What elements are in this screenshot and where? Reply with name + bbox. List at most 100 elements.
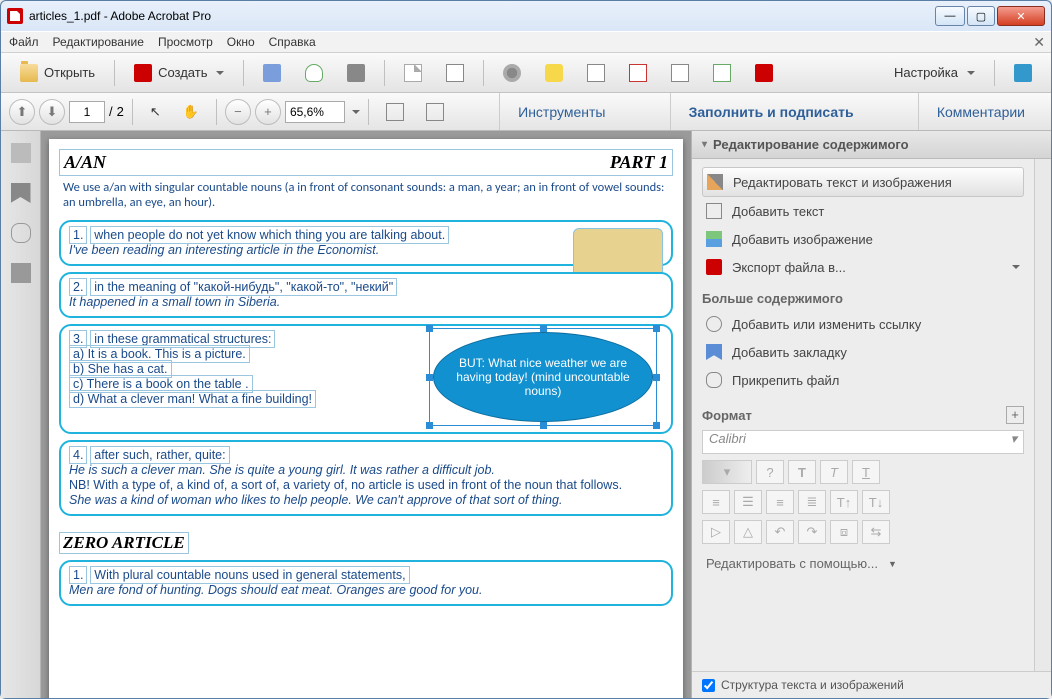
menu-help[interactable]: Справка [269, 35, 316, 49]
fit-width-button[interactable] [417, 98, 453, 126]
close-button[interactable]: ✕ [997, 6, 1045, 26]
edit-text-images[interactable]: Редактировать текст и изображения [702, 167, 1024, 197]
expand-icon [1014, 64, 1032, 82]
save-button[interactable] [254, 59, 290, 87]
heading-aan: A/AN [64, 152, 106, 173]
export-file[interactable]: Экспорт файла в... [702, 253, 1024, 281]
zoom-select[interactable] [285, 101, 345, 123]
close-doc-icon[interactable]: ✕ [1033, 34, 1045, 51]
cloud-button[interactable] [296, 59, 332, 87]
tool-2[interactable] [536, 59, 572, 87]
document-viewport[interactable]: A/AN PART 1 We use a/an with singular co… [41, 131, 691, 698]
tool-4[interactable] [620, 59, 656, 87]
tool-3[interactable] [578, 59, 614, 87]
pdf-icon [755, 64, 773, 82]
open-button[interactable]: Открыть [11, 59, 104, 87]
add-format-button[interactable]: + [1006, 406, 1024, 424]
page-sep: / [109, 104, 113, 119]
tools-panel: ▾ Редактирование содержимого Редактирова… [691, 131, 1051, 698]
tab-fillsign[interactable]: Заполнить и подписать [670, 93, 872, 130]
rule-box-3: BUT: What nice weather we are having tod… [59, 324, 673, 434]
heading-zero: ZERO ARTICLE [59, 532, 189, 554]
thumbnails-icon[interactable] [11, 143, 31, 163]
chevron-down-icon[interactable] [352, 110, 360, 118]
align-right[interactable]: ≡ [766, 490, 794, 514]
customize-button[interactable]: Настройка [885, 59, 984, 87]
strike-icon [629, 64, 647, 82]
print-button[interactable] [338, 59, 374, 87]
zoom-in-button[interactable]: + [255, 99, 281, 125]
maximize-button[interactable]: ▢ [967, 6, 995, 26]
tool-6[interactable] [704, 59, 740, 87]
tool-7[interactable] [746, 59, 782, 87]
font-select[interactable]: Calibri ▾ [702, 430, 1024, 454]
hand-icon: ✋ [183, 104, 199, 120]
prev-page-button[interactable]: ⬆ [9, 99, 35, 125]
italic-button[interactable]: T [820, 460, 848, 484]
crop-button[interactable]: ⧈ [830, 520, 858, 544]
panel-header[interactable]: ▾ Редактирование содержимого [692, 131, 1051, 159]
bookmark-icon [706, 344, 722, 360]
align-justify[interactable]: ≣ [798, 490, 826, 514]
rotate-ccw[interactable]: ↶ [766, 520, 794, 544]
pdf-page[interactable]: A/AN PART 1 We use a/an with singular co… [49, 139, 683, 698]
main-toolbar: Открыть Создать Настройка [1, 53, 1051, 93]
menu-edit[interactable]: Редактирование [53, 35, 144, 49]
structure-checkbox[interactable]: Структура текста и изображений [702, 678, 1041, 692]
zoom-out-button[interactable]: − [225, 99, 251, 125]
tab-comments[interactable]: Комментарии [918, 93, 1043, 130]
flip-v[interactable]: ▷ [702, 520, 730, 544]
menubar: Файл Редактирование Просмотр Окно Справк… [1, 31, 1051, 53]
app-window: articles_1.pdf - Adobe Acrobat Pro — ▢ ✕… [0, 0, 1052, 699]
attach-file[interactable]: Прикрепить файл [702, 366, 1024, 394]
color-picker[interactable]: ▾ [702, 460, 752, 484]
attachment-icon[interactable] [11, 223, 31, 243]
add-image[interactable]: Добавить изображение [702, 225, 1024, 253]
align-center[interactable]: ☰ [734, 490, 762, 514]
next-page-button[interactable]: ⬇ [39, 99, 65, 125]
mail-icon [446, 64, 464, 82]
subscript[interactable]: T↓ [862, 490, 890, 514]
intro-text: We use a/an with singular countable noun… [59, 176, 673, 214]
tool-1[interactable] [494, 59, 530, 87]
rotate-cw[interactable]: ↷ [798, 520, 826, 544]
align-left[interactable]: ≡ [702, 490, 730, 514]
fullscreen-button[interactable] [1005, 59, 1041, 87]
note-icon [545, 64, 563, 82]
page-input[interactable] [69, 101, 105, 123]
rule-box-1: 1. when people do not yet know which thi… [59, 220, 673, 266]
signatures-icon[interactable] [11, 263, 31, 283]
text-icon [706, 203, 722, 219]
tab-tools[interactable]: Инструменты [499, 93, 623, 130]
minimize-button[interactable]: — [935, 6, 965, 26]
menu-window[interactable]: Окно [227, 35, 255, 49]
text-edit-icon [587, 64, 605, 82]
link-icon [706, 316, 722, 332]
flip-h[interactable]: △ [734, 520, 762, 544]
share-button[interactable] [395, 59, 431, 87]
font-size[interactable]: ? [756, 460, 784, 484]
email-button[interactable] [437, 59, 473, 87]
underline-button[interactable]: T [852, 460, 880, 484]
hand-tool[interactable]: ✋ [174, 98, 208, 126]
create-button[interactable]: Создать [125, 59, 233, 87]
add-link[interactable]: Добавить или изменить ссылку [702, 310, 1024, 338]
panel-scrollbar[interactable] [1034, 159, 1051, 671]
bold-button[interactable]: T [788, 460, 816, 484]
callout-ellipse[interactable]: BUT: What nice weather we are having tod… [433, 332, 653, 422]
bookmark-icon[interactable] [11, 183, 31, 203]
pencil-icon [707, 174, 723, 190]
menu-file[interactable]: Файл [9, 35, 39, 49]
create-pdf-icon [134, 64, 152, 82]
superscript[interactable]: T↑ [830, 490, 858, 514]
replace-button[interactable]: ⇆ [862, 520, 890, 544]
menu-view[interactable]: Просмотр [158, 35, 213, 49]
select-tool[interactable]: ↖ [141, 98, 170, 126]
add-bookmark[interactable]: Добавить закладку [702, 338, 1024, 366]
add-text[interactable]: Добавить текст [702, 197, 1024, 225]
titlebar[interactable]: articles_1.pdf - Adobe Acrobat Pro — ▢ ✕ [1, 1, 1051, 31]
edit-with[interactable]: Редактировать с помощью... ▼ [702, 550, 1024, 577]
fit-page-button[interactable] [377, 98, 413, 126]
tool-5[interactable] [662, 59, 698, 87]
chevron-down-icon [216, 71, 224, 79]
